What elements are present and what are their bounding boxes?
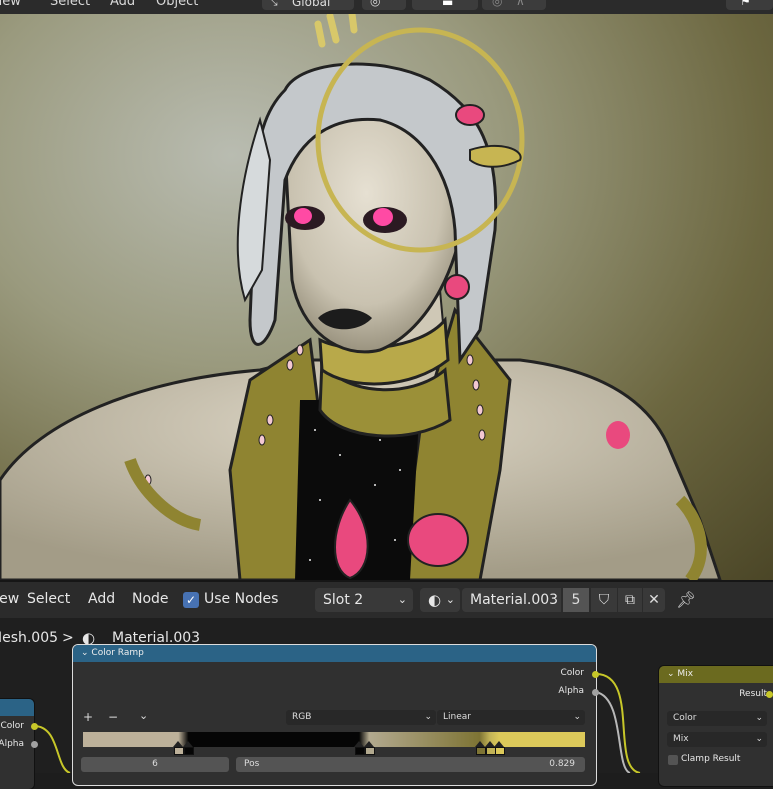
stop-position-field[interactable]: Pos 0.829 <box>236 757 585 772</box>
output-alpha-label: Alpha <box>558 686 584 696</box>
collapse-chevron-icon[interactable]: ⌄ <box>81 648 89 658</box>
color-ramp-stops <box>83 741 585 755</box>
proportional-edit-icon: ◎ <box>492 0 503 8</box>
link-color <box>595 673 641 773</box>
user-count-label: 5 <box>571 592 581 608</box>
left-node-color-socket[interactable] <box>31 723 38 730</box>
ramp-options-chevron-icon[interactable]: ⌄ <box>139 709 148 722</box>
color-stop-swatch <box>174 747 185 755</box>
left-node-output-alpha: Alpha <box>0 739 24 749</box>
node-canvas[interactable]: Mesh.005 > ◐ Material.003 Color Alpha ⌄ … <box>0 618 773 789</box>
color-ramp-node[interactable]: ⌄ Color Ramp Color Alpha + − ⌄ RGB ⌄ Lin… <box>73 645 596 785</box>
clamp-result-label: Clamp Result <box>681 754 741 764</box>
color-stop-swatch <box>475 747 486 755</box>
stop-position-label: Pos <box>244 759 260 769</box>
3d-viewport[interactable] <box>0 14 773 580</box>
mix-data-type-dropdown[interactable]: Color ⌄ <box>667 711 767 726</box>
left-node-output-color: Color <box>0 721 25 731</box>
viewport-menu-select[interactable]: Select <box>50 0 90 9</box>
chevron-down-icon: ⌄ <box>424 712 432 722</box>
node-menu-select[interactable]: Select <box>27 591 70 607</box>
add-stop-button[interactable]: + <box>83 710 93 724</box>
viewport-menu-object[interactable]: Object <box>156 0 198 9</box>
active-stop-index: 6 <box>152 759 158 769</box>
output-alpha-socket[interactable] <box>592 689 599 696</box>
slot-label: Slot 2 <box>323 592 364 608</box>
mix-node[interactable]: ⌄ Mix Result Color ⌄ Mix ⌄ Clamp Result <box>659 666 773 786</box>
chevron-down-icon: ⌄ <box>573 712 581 722</box>
mix-header[interactable]: ⌄ Mix <box>659 666 773 683</box>
material-sphere-icon: ◐ <box>428 591 442 609</box>
character-render <box>0 14 722 580</box>
color-stop-swatch <box>495 747 506 755</box>
collapse-chevron-icon[interactable]: ⌄ <box>667 669 675 679</box>
clamp-result-checkbox[interactable] <box>668 755 678 765</box>
material-browse-dropdown[interactable]: ◐ ⌄ <box>420 588 460 612</box>
color-mode-label: RGB <box>292 712 312 722</box>
chevron-down-icon: ⌄ <box>397 593 407 606</box>
remove-stop-button[interactable]: − <box>108 710 118 724</box>
color-mode-dropdown[interactable]: RGB ⌄ <box>286 710 436 725</box>
fake-user-button[interactable]: ⛉ <box>591 588 617 612</box>
node-menu-node[interactable]: Node <box>132 591 169 607</box>
color-stop-swatch <box>355 747 366 755</box>
use-nodes-label: Use Nodes <box>204 591 279 607</box>
flag-icon: ⚑ <box>740 0 751 8</box>
mix-result-socket[interactable] <box>766 691 773 698</box>
slot-dropdown[interactable]: Slot 2 ⌄ <box>315 588 413 612</box>
mix-data-type-label: Color <box>673 713 697 723</box>
chevron-down-icon: ⌄ <box>445 593 455 606</box>
mix-blend-mode-label: Mix <box>673 734 689 744</box>
mix-title: Mix <box>677 669 694 679</box>
pivot-point-dropdown[interactable]: ◎ <box>362 0 406 10</box>
pin-icon[interactable]: 📌︎ <box>676 590 696 609</box>
proportional-edit-dropdown[interactable]: ◎ ∧ <box>482 0 546 10</box>
orientation-icon: ⤡ <box>268 0 278 8</box>
chevron-down-icon: ⌄ <box>755 734 763 744</box>
left-node-header <box>0 699 34 716</box>
left-node[interactable]: Color Alpha <box>0 699 34 789</box>
pivot-icon: ◎ <box>370 0 381 8</box>
orientation-label: Global <box>292 0 331 9</box>
snap-increment-icon: ▬ <box>442 0 454 9</box>
material-name-field[interactable]: Material.003 <box>462 588 561 612</box>
interpolation-label: Linear <box>443 712 471 722</box>
use-nodes-checkbox[interactable]: ✓ <box>183 592 199 608</box>
viewport-menu-add[interactable]: Add <box>110 0 135 9</box>
active-stop-index-field[interactable]: 6 <box>81 757 229 772</box>
left-node-alpha-socket[interactable] <box>31 741 38 748</box>
color-stop-swatch <box>365 747 376 755</box>
snap-dropdown[interactable]: ⌒ ▬ <box>412 0 478 10</box>
falloff-icon: ∧ <box>516 0 525 8</box>
color-stop-swatch <box>485 747 496 755</box>
stop-position-value: 0.829 <box>549 759 575 769</box>
transform-orientation-dropdown[interactable]: ⤡ Global <box>262 0 354 10</box>
chevron-down-icon: ⌄ <box>755 713 763 723</box>
node-editor-header: View Select Add Node ✓ Use Nodes Slot 2 … <box>0 580 773 618</box>
close-icon: ✕ <box>648 592 660 608</box>
color-ramp-header[interactable]: ⌄ Color Ramp <box>73 645 596 662</box>
magnet-icon: ⌒ <box>420 0 433 10</box>
view-options-button[interactable]: ⚑ <box>726 0 773 10</box>
viewport-header: View Select Add Object ⤡ Global ◎ ⌒ ▬ ◎ … <box>0 0 773 14</box>
mix-blend-mode-dropdown[interactable]: Mix ⌄ <box>667 732 767 747</box>
interpolation-dropdown[interactable]: Linear ⌄ <box>437 710 585 725</box>
output-color-label: Color <box>560 668 585 678</box>
color-stop-swatch <box>184 747 195 755</box>
output-color-socket[interactable] <box>592 671 599 678</box>
node-menu-add[interactable]: Add <box>88 591 115 607</box>
material-name-label: Material.003 <box>470 592 559 608</box>
unlink-material-button[interactable]: ✕ <box>643 588 665 612</box>
duplicate-icon: ⧉ <box>625 592 635 608</box>
link-left-color <box>33 725 71 773</box>
duplicate-material-button[interactable]: ⧉ <box>618 588 642 612</box>
shield-icon: ⛉ <box>598 592 610 608</box>
color-ramp-title: Color Ramp <box>91 648 144 658</box>
user-count-button[interactable]: 5 <box>563 588 589 612</box>
node-menu-view[interactable]: View <box>0 591 19 607</box>
viewport-menu-view[interactable]: View <box>0 0 21 9</box>
mix-output-result: Result <box>739 689 767 699</box>
